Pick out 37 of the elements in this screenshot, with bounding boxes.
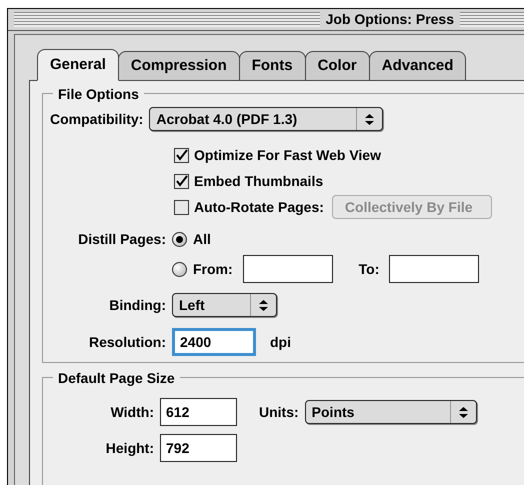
up-down-arrows-icon: [259, 300, 268, 310]
radio-button[interactable]: [172, 232, 187, 246]
input-field[interactable]: [242, 255, 333, 283]
field-label: To:: [358, 260, 380, 278]
window-title: Job Options: Press: [326, 10, 454, 29]
up-down-arrows-icon: [365, 114, 374, 124]
up-down-arrows-icon: [458, 406, 468, 418]
popup-menu[interactable]: Left: [172, 293, 277, 317]
input-field[interactable]: 612: [160, 398, 237, 426]
checkbox[interactable]: [174, 174, 189, 188]
tab[interactable]: General: [37, 49, 119, 81]
tab[interactable]: Fonts: [238, 51, 306, 81]
field-label: Width:: [110, 402, 154, 422]
tab[interactable]: Advanced: [368, 51, 466, 81]
radio-label: From:: [193, 260, 233, 278]
checkbox[interactable]: [174, 148, 189, 162]
unit-label: dpi: [270, 332, 291, 352]
checkbox[interactable]: [174, 200, 189, 214]
checkbox-label: Auto-Rotate Pages:: [194, 198, 324, 217]
popup-menu[interactable]: Points: [304, 400, 477, 424]
field-label: Units:: [259, 402, 299, 422]
radio-label: All: [193, 230, 211, 248]
field-label: Distill Pages:: [78, 230, 166, 249]
input-field[interactable]: 792: [160, 434, 237, 462]
checkbox-label: Optimize For Fast Web View: [194, 146, 381, 165]
input-field[interactable]: 2400: [172, 328, 256, 356]
tab[interactable]: Color: [304, 51, 370, 81]
field-label: Height:: [104, 438, 154, 458]
tab[interactable]: Compression: [118, 51, 240, 81]
title-bar-stripes: [460, 12, 524, 27]
input-field[interactable]: [389, 255, 480, 283]
checkbox-label: Embed Thumbnails: [194, 172, 324, 190]
field-label: Resolution:: [88, 332, 166, 352]
popup-menu[interactable]: Acrobat 4.0 (PDF 1.3): [149, 107, 384, 131]
radio-button[interactable]: [172, 262, 187, 276]
field-label: Binding:: [108, 296, 166, 315]
field-label: Compatibility:: [50, 110, 144, 129]
